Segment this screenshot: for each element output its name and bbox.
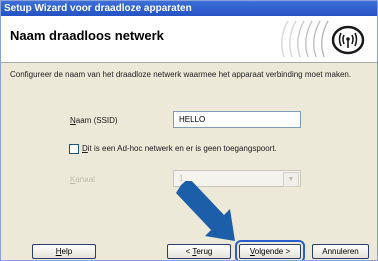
next-button[interactable]: Volgende >	[235, 240, 305, 260]
back-button[interactable]: < Terug	[167, 244, 231, 259]
description-text: Configureer de naam van het draadloze ne…	[10, 70, 352, 79]
adhoc-label[interactable]: Dit is een Ad-hoc netwerk en er is geen …	[82, 144, 277, 153]
header-banner: Naam draadloos netwerk	[1, 16, 377, 63]
page-title: Naam draadloos netwerk	[10, 28, 164, 43]
channel-label: Kanaal	[70, 175, 95, 184]
chevron-down-icon: ▼	[283, 172, 299, 187]
blue-arrow-icon	[176, 181, 235, 241]
setup-wizard-window: Setup Wizard voor draadloze apparaten Na…	[0, 0, 378, 261]
ssid-input[interactable]: HELLO	[173, 111, 301, 128]
title-bar: Setup Wizard voor draadloze apparaten	[1, 1, 377, 16]
ssid-label: Naam (SSID)	[70, 116, 118, 125]
help-button[interactable]: Help	[32, 244, 96, 259]
adhoc-checkbox[interactable]	[69, 144, 79, 154]
wireless-signal-icon	[281, 20, 365, 58]
cancel-button[interactable]: Annuleren	[312, 244, 369, 259]
